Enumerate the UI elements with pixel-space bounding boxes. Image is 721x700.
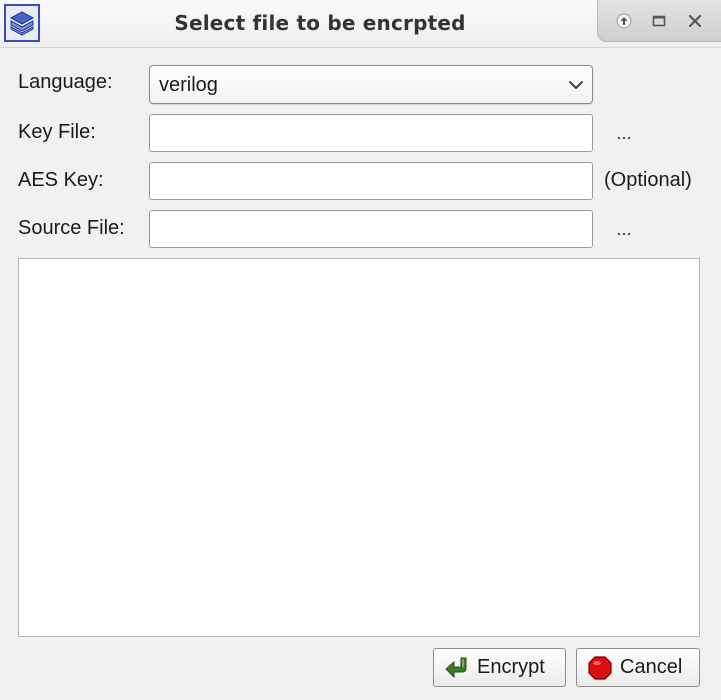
cancel-button[interactable]: Cancel	[576, 648, 700, 687]
language-select[interactable]: verilog	[149, 65, 593, 104]
key-file-browse-button[interactable]: ...	[612, 123, 636, 144]
maximize-icon[interactable]	[646, 8, 672, 34]
key-file-label: Key File:	[18, 121, 96, 143]
title-bar[interactable]: Select file to be encrpted	[0, 0, 721, 48]
encrypt-button-label: Encrypt	[477, 656, 545, 678]
window-title: Select file to be encrpted	[174, 11, 466, 35]
encrypt-button[interactable]: Encrypt	[433, 648, 566, 687]
aes-key-input[interactable]	[149, 162, 593, 200]
source-file-input[interactable]	[149, 210, 593, 248]
aes-key-label: AES Key:	[18, 169, 104, 191]
language-label: Language:	[18, 71, 113, 93]
close-icon[interactable]	[682, 8, 708, 34]
cancel-button-label: Cancel	[620, 656, 683, 678]
key-file-input[interactable]	[149, 114, 593, 152]
source-file-browse-button[interactable]: ...	[612, 219, 636, 240]
language-selected-value: verilog	[159, 74, 218, 96]
stop-sign-icon	[587, 655, 613, 681]
output-text-area[interactable]	[18, 258, 700, 637]
window-controls	[597, 0, 721, 42]
source-file-label: Source File:	[18, 217, 125, 239]
aes-key-optional-hint: (Optional)	[604, 169, 692, 191]
arrow-up-icon[interactable]	[611, 8, 637, 34]
dialog-window: Select file to be encrpted Language: ver…	[0, 0, 721, 700]
chevron-down-icon	[569, 81, 583, 89]
encrypt-arrow-icon	[444, 655, 470, 681]
